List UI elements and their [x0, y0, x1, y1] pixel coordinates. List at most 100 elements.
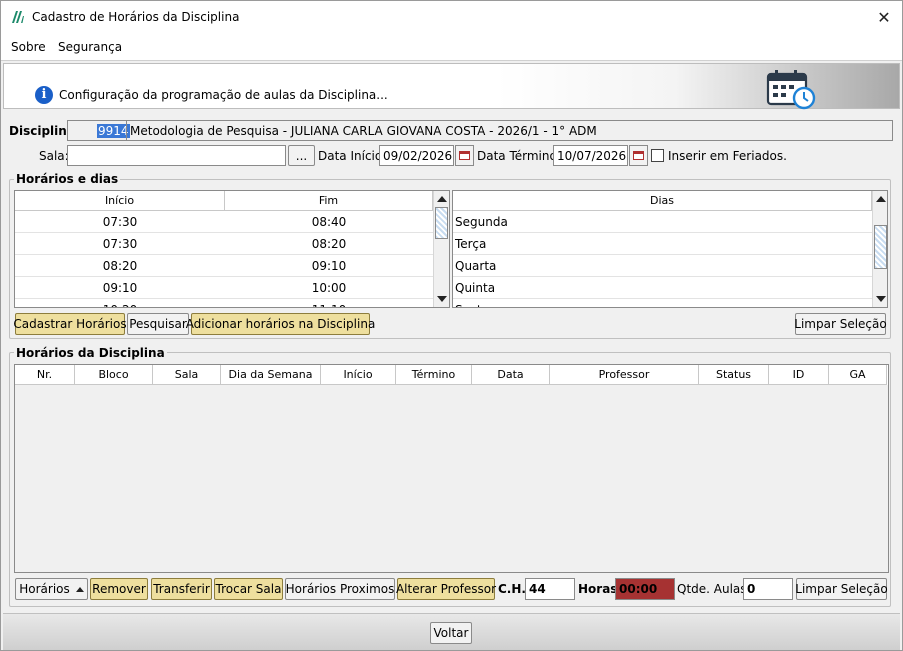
- caret-up-icon: [75, 586, 84, 592]
- alterar-professor-button[interactable]: Alterar Professor: [396, 578, 496, 600]
- horarios-table: Início Fim 07:30 08:40 07:30 08:20 08:20…: [14, 190, 450, 308]
- calendar-icon: [633, 151, 644, 160]
- info-icon: i: [35, 86, 53, 104]
- menu-item-sobre[interactable]: Sobre: [11, 40, 46, 54]
- header-banner: i Configuração da programação de aulas d…: [3, 63, 900, 110]
- list-item[interactable]: Segunda: [453, 211, 872, 233]
- cell-dia: Terça: [453, 233, 872, 255]
- data-termino-input[interactable]: 10/07/2026: [553, 145, 628, 166]
- column-header-data[interactable]: Data: [472, 365, 550, 385]
- trocar-sala-button[interactable]: Trocar Sala: [214, 578, 283, 600]
- column-header-professor[interactable]: Professor: [550, 365, 699, 385]
- voltar-button[interactable]: Voltar: [430, 622, 472, 644]
- column-header-id[interactable]: ID: [769, 365, 829, 385]
- calendar-icon: [459, 151, 470, 160]
- scroll-thumb[interactable]: [874, 225, 887, 269]
- horarios-dias-title: Horários e dias: [14, 172, 121, 186]
- data-termino-label: Data Término:: [477, 149, 561, 163]
- cell-dia: Segunda: [453, 211, 872, 233]
- horarios-menu-button[interactable]: Horários: [15, 578, 88, 600]
- list-item[interactable]: Quarta: [453, 255, 872, 277]
- sala-input[interactable]: [67, 145, 286, 166]
- disciplina-divider: [126, 121, 127, 140]
- data-inicio-calendar-button[interactable]: [455, 145, 474, 166]
- horarios-disciplina-table: Nr. Bloco Sala Dia da Semana Início Térm…: [14, 364, 889, 573]
- horarios-disciplina-title: Horários da Disciplina: [14, 346, 167, 360]
- calendar-clock-icon: [766, 70, 816, 110]
- qtde-aulas-field: 0: [743, 578, 793, 600]
- dias-table: Dias Segunda Terça Quarta Quinta Sexta: [452, 190, 888, 308]
- horarios-menu-label: Horários: [19, 582, 70, 596]
- cell-dia: Sexta: [453, 299, 872, 307]
- adicionar-horarios-button[interactable]: Adicionar horários na Disciplina: [186, 313, 375, 335]
- column-header-inicio[interactable]: Início: [321, 365, 396, 385]
- dias-scrollbar[interactable]: [872, 191, 887, 307]
- remover-button[interactable]: Remover: [90, 578, 148, 600]
- column-header-sala[interactable]: Sala: [153, 365, 221, 385]
- app-logo-icon: [12, 11, 24, 23]
- menu-item-seguranca[interactable]: Segurança: [58, 40, 122, 54]
- window-title: Cadastro de Horários da Disciplina: [32, 10, 240, 24]
- list-item[interactable]: Sexta: [453, 299, 872, 307]
- column-header-nr[interactable]: Nr.: [15, 365, 75, 385]
- transferir-button[interactable]: Transferir: [151, 578, 212, 600]
- disciplina-description: Metodologia de Pesquisa - JULIANA CARLA …: [130, 124, 597, 138]
- cell-inicio: 07:30: [15, 233, 225, 255]
- cell-fim: 08:20: [225, 233, 433, 255]
- footer-bar: Voltar: [3, 613, 900, 650]
- cell-dia: Quarta: [453, 255, 872, 277]
- sala-label: Sala:: [39, 149, 69, 163]
- column-header-dia-da-semana[interactable]: Dia da Semana: [221, 365, 321, 385]
- data-inicio-label: Data Início:: [318, 149, 387, 163]
- column-header-inicio[interactable]: Início: [15, 191, 225, 211]
- cell-dia: Quinta: [453, 277, 872, 299]
- table-row[interactable]: 07:30 08:20: [15, 233, 433, 255]
- scroll-thumb[interactable]: [435, 207, 448, 239]
- cell-fim: 10:00: [225, 277, 433, 299]
- limpar-selecao-horarios-button[interactable]: Limpar Seleção: [794, 313, 887, 335]
- column-header-ga[interactable]: GA: [829, 365, 887, 385]
- horarios-proximos-button[interactable]: Horários Proximos: [285, 578, 395, 600]
- cell-inicio: 09:10: [15, 277, 225, 299]
- horarios-scrollbar[interactable]: [433, 191, 449, 307]
- data-inicio-input[interactable]: 09/02/2026: [379, 145, 454, 166]
- menu-bar: Sobre Segurança: [1, 33, 902, 61]
- list-item[interactable]: Terça: [453, 233, 872, 255]
- table-row[interactable]: 10:20 11:10: [15, 299, 433, 307]
- column-header-bloco[interactable]: Bloco: [75, 365, 153, 385]
- table-row[interactable]: 08:20 09:10: [15, 255, 433, 277]
- scroll-down-icon[interactable]: [437, 296, 447, 302]
- column-header-fim[interactable]: Fim: [225, 191, 433, 211]
- data-termino-calendar-button[interactable]: [629, 145, 648, 166]
- banner-text: Configuração da programação de aulas da …: [59, 88, 388, 102]
- sala-lookup-button[interactable]: ...: [288, 145, 315, 166]
- horarios-disciplina-table-body[interactable]: [15, 385, 888, 572]
- horarios-disciplina-table-header: Nr. Bloco Sala Dia da Semana Início Térm…: [15, 365, 887, 385]
- title-bar: Cadastro de Horários da Disciplina ✕: [1, 1, 902, 33]
- scroll-up-icon[interactable]: [437, 196, 447, 202]
- feriados-label: Inserir em Feriados.: [668, 149, 787, 163]
- table-row[interactable]: 09:10 10:00: [15, 277, 433, 299]
- list-item[interactable]: Quinta: [453, 277, 872, 299]
- cell-fim: 11:10: [225, 299, 433, 307]
- close-window-button[interactable]: ✕: [872, 5, 896, 29]
- cadastrar-horarios-button[interactable]: Cadastrar Horários: [13, 313, 127, 335]
- cell-inicio: 10:20: [15, 299, 225, 307]
- cell-fim: 09:10: [225, 255, 433, 277]
- main-window: Cadastro de Horários da Disciplina ✕ Sob…: [0, 0, 903, 651]
- scroll-up-icon[interactable]: [876, 196, 886, 202]
- disciplina-code: 9914: [97, 124, 130, 138]
- limpar-selecao-disciplina-button[interactable]: Limpar Seleção: [795, 578, 888, 600]
- horas-field: 00:00: [615, 578, 675, 600]
- scroll-down-icon[interactable]: [876, 296, 886, 302]
- column-header-status[interactable]: Status: [699, 365, 769, 385]
- ch-field: 44: [525, 578, 575, 600]
- feriados-checkbox[interactable]: [651, 149, 664, 162]
- qtde-aulas-label: Qtde. Aulas:: [677, 582, 751, 596]
- table-row[interactable]: 07:30 08:40: [15, 211, 433, 233]
- disciplina-field: 9914 Metodologia de Pesquisa - JULIANA C…: [67, 120, 893, 141]
- column-header-termino[interactable]: Término: [396, 365, 472, 385]
- column-header-dias[interactable]: Dias: [453, 191, 872, 211]
- dias-table-header: Dias: [453, 191, 872, 211]
- pesquisar-button[interactable]: Pesquisar: [127, 313, 189, 335]
